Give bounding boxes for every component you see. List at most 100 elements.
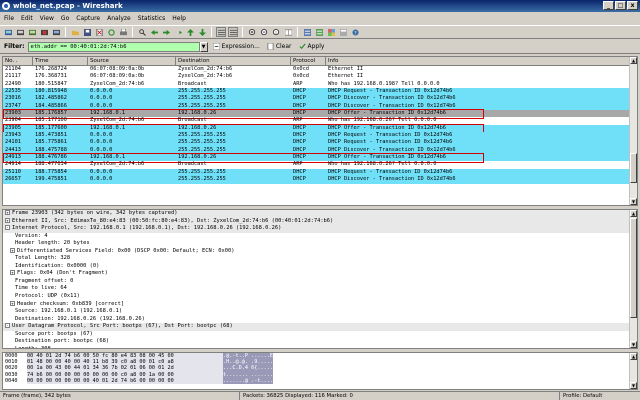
expression-button[interactable]: Expression...: [211, 43, 262, 50]
detail-tree-item[interactable]: + Ethernet II, Src: EdimaxTe_80:e4:83 (00…: [3, 217, 637, 226]
save-file-button[interactable]: [82, 27, 92, 37]
coloring-rules-button[interactable]: [326, 27, 336, 37]
packet-row[interactable]: 26657 199.475851 0.0.0.0 255.255.255.255 DHC…: [3, 176, 637, 184]
go-first-button[interactable]: [185, 27, 195, 37]
zoom-in-button[interactable]: [247, 27, 257, 37]
detail-tree-item[interactable]: Source port: bootps (67): [3, 331, 637, 339]
start-capture-button[interactable]: [27, 27, 37, 37]
packet-row[interactable]: 23747 184.485866 0.0.0.0 255.255.255.255 DHC…: [3, 102, 637, 111]
packet-row[interactable]: 23904 185.177100 ZyxelCom_2d:74:b6 Broadcas…: [3, 117, 637, 124]
go-back-button[interactable]: [149, 27, 159, 37]
detail-tree-item[interactable]: Destination: 192.168.0.26 (192.168.0.26): [3, 316, 637, 324]
column-header-destination[interactable]: Destination: [176, 57, 291, 65]
packet-row[interactable]: 24101 185.775861 0.0.0.0 255.255.255.255 DHC…: [3, 139, 637, 147]
packet-row[interactable]: 24913 188.476786 192.168.0.1 192.168.0.26 DH…: [3, 153, 637, 164]
collapse-icon[interactable]: -: [5, 225, 10, 231]
filter-dropdown-button[interactable]: ▼: [199, 41, 208, 52]
column-header-no[interactable]: No. .: [3, 57, 33, 65]
detail-tree-item[interactable]: - User Datagram Protocol, Src Port: bootp…: [3, 323, 637, 331]
expand-icon[interactable]: +: [5, 210, 10, 215]
scroll-down-arrow[interactable]: ▼: [630, 341, 637, 348]
scroll-down-arrow[interactable]: ▼: [630, 382, 637, 389]
display-filter-input[interactable]: eth.addr == 00:40:01:2d:74:b6: [27, 41, 200, 52]
detail-tree-item[interactable]: + Header checksum: 0xb839 [correct]: [3, 300, 637, 309]
collapse-icon[interactable]: -: [5, 323, 10, 329]
packet-row[interactable]: 21117 176.368731 06:07:08:09:0a:0b ZyxelCom…: [3, 73, 637, 80]
detail-tree-item[interactable]: Time to live: 64: [3, 285, 637, 293]
close-file-button[interactable]: [94, 27, 104, 37]
go-last-button[interactable]: [197, 27, 207, 37]
menu-edit[interactable]: Edit: [21, 15, 33, 22]
menu-help[interactable]: Help: [172, 15, 186, 22]
packet-row[interactable]: 24413 188.475788 0.0.0.0 255.255.255.255 DHC…: [3, 146, 637, 155]
hex-ascii[interactable]: .......@ .-t.....: [223, 377, 276, 384]
detail-tree-item[interactable]: Identification: 0x0000 (0): [3, 263, 637, 271]
help-button[interactable]: ?: [350, 27, 360, 37]
go-to-packet-button[interactable]: [173, 27, 183, 37]
packet-list-pane[interactable]: No. . Time Source Destination Protocol I…: [2, 56, 638, 206]
packet-row[interactable]: 22535 180.815948 0.0.0.0 255.255.255.255 DHC…: [3, 88, 637, 96]
menu-file[interactable]: File: [4, 15, 14, 22]
options-button[interactable]: [15, 27, 25, 37]
status-profile[interactable]: Profile: Default: [560, 392, 640, 400]
detail-tree-item[interactable]: Protocol: UDP (0x11): [3, 293, 637, 301]
menu-analyze[interactable]: Analyze: [107, 15, 131, 22]
scroll-up-arrow[interactable]: ▲: [630, 57, 637, 64]
stop-capture-button[interactable]: [39, 27, 49, 37]
hex-bytes[interactable]: 00 00 00 00 00 00 00 40 01 2d 74 b6 00 0…: [27, 377, 223, 384]
reload-button[interactable]: [106, 27, 116, 37]
maximize-button[interactable]: □: [615, 1, 626, 10]
minimize-button[interactable]: _: [603, 1, 614, 10]
detail-tree-item[interactable]: + Flags: 0x04 (Don't Fragment): [3, 270, 637, 278]
close-button[interactable]: x: [627, 1, 638, 10]
clear-filter-button[interactable]: Clear: [265, 43, 294, 50]
packet-row[interactable]: 24914 188.477034 ZyxelCom_2d:74:b6 Broadcas…: [3, 161, 637, 168]
menu-statistics[interactable]: Statistics: [138, 15, 165, 22]
packet-row[interactable]: 21104 176.268724 06:07:08:09:0a:0b ZyxelCom…: [3, 66, 637, 73]
open-file-button[interactable]: [70, 27, 80, 37]
restart-capture-button[interactable]: [51, 27, 61, 37]
column-header-protocol[interactable]: Protocol: [291, 57, 326, 65]
capture-filters-button[interactable]: [302, 27, 312, 37]
packet-bytes-pane[interactable]: 0000 00 40 01 2d 74 b6 00 50 fc 80 e4 83 …: [2, 352, 638, 390]
find-packet-button[interactable]: [137, 27, 147, 37]
packet-row[interactable]: 23905 185.177600 192.168.0.1 192.168.0.26 DH…: [3, 123, 637, 135]
column-header-time[interactable]: Time: [33, 57, 88, 65]
packet-row[interactable]: 22490 180.515847 ZyxelCom_2d:74:b6 Broadcas…: [3, 81, 637, 88]
packet-row[interactable]: 25110 188.775854 0.0.0.0 255.255.255.255 DHC…: [3, 168, 637, 177]
go-forward-button[interactable]: [161, 27, 171, 37]
detail-tree-item[interactable]: + Frame 23903 (342 bytes on wire, 342 byt…: [3, 210, 637, 218]
menu-view[interactable]: View: [40, 15, 54, 22]
scroll-up-arrow[interactable]: ▲: [630, 353, 637, 360]
packet-row[interactable]: 23903 185.176857 192.168.0.1 192.168.0.26 DH…: [3, 109, 637, 120]
interfaces-button[interactable]: [3, 27, 13, 37]
expand-icon[interactable]: +: [5, 217, 10, 223]
packet-row[interactable]: 23943 185.473851 0.0.0.0 255.255.255.255 DHC…: [3, 132, 637, 140]
bytes-scrollbar[interactable]: ▲ ▼: [629, 353, 637, 389]
detail-tree-item[interactable]: + Differentiated Services Field: 0x00 (DS…: [3, 247, 637, 256]
column-header-source[interactable]: Source: [88, 57, 176, 65]
hex-offset[interactable]: 0040: [3, 378, 27, 384]
zoom-out-button[interactable]: [259, 27, 269, 37]
expand-icon[interactable]: +: [10, 300, 15, 306]
detail-tree-item[interactable]: Fragment offset: 0: [3, 278, 637, 286]
expand-icon[interactable]: +: [10, 247, 15, 253]
resize-columns-button[interactable]: [283, 27, 293, 37]
column-header-info[interactable]: Info: [326, 57, 631, 65]
menu-go[interactable]: Go: [61, 15, 69, 22]
detail-tree-item[interactable]: Header length: 20 bytes: [3, 240, 637, 248]
detail-tree-item[interactable]: Version: 4: [3, 233, 637, 241]
scroll-thumb[interactable]: [630, 153, 637, 183]
detail-tree-item[interactable]: Source: 192.168.0.1 (192.168.0.1): [3, 308, 637, 316]
autoscroll-button[interactable]: [228, 27, 238, 37]
detail-tree-item[interactable]: - Internet Protocol, Src: 192.168.0.1 (19…: [3, 225, 637, 233]
menu-capture[interactable]: Capture: [76, 15, 100, 22]
apply-filter-button[interactable]: Apply: [297, 43, 327, 50]
colorize-button[interactable]: [216, 27, 226, 37]
detail-tree-item[interactable]: Destination port: bootpc (68): [3, 338, 637, 346]
expand-icon[interactable]: +: [10, 270, 15, 276]
detail-tree-item[interactable]: Total Length: 328: [3, 255, 637, 263]
display-filters-button[interactable]: [314, 27, 324, 37]
details-scrollbar[interactable]: ▲ ▼: [629, 210, 637, 348]
print-button[interactable]: [118, 27, 128, 37]
